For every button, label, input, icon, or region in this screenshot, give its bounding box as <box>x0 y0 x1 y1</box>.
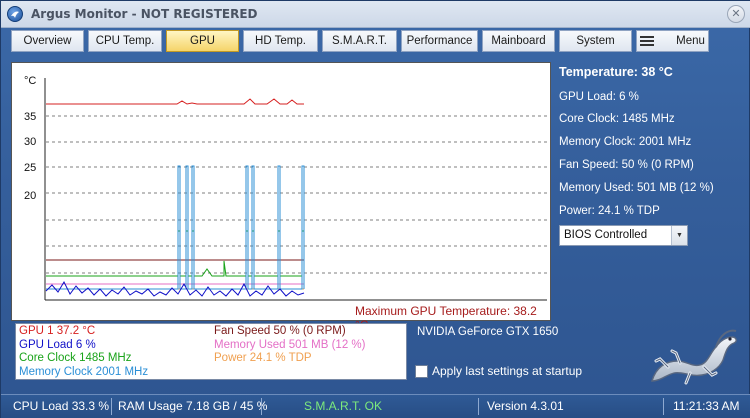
title-bar[interactable]: Argus Monitor - NOT REGISTERED ✕ <box>1 1 750 28</box>
temperature-reading: Temperature: 38 °C <box>559 65 673 79</box>
apply-last-settings-label[interactable]: Apply last settings at startup <box>432 364 582 378</box>
legend-power: Power 24.1 % TDP <box>214 352 312 364</box>
tab-cpu-temp[interactable]: CPU Temp. <box>88 30 162 52</box>
power-reading: Power: 24.1 % TDP <box>559 205 660 217</box>
close-button[interactable]: ✕ <box>727 5 745 23</box>
argus-app-icon <box>7 6 23 22</box>
tab-menu[interactable]: Menu <box>636 30 709 52</box>
status-divider <box>111 398 112 415</box>
menu-label: Menu <box>676 35 705 47</box>
tab-performance[interactable]: Performance <box>401 30 478 52</box>
clock-status: 11:21:33 AM <box>673 399 740 413</box>
chevron-down-icon[interactable]: ▼ <box>671 226 687 245</box>
legend-fan-speed: Fan Speed 50 % (0 RPM) <box>214 325 346 337</box>
apply-last-settings-checkbox[interactable] <box>415 365 428 378</box>
tab-bar: Overview CPU Temp. GPU HD Temp. S.M.A.R.… <box>11 30 709 53</box>
chart-legend: GPU 1 37.2 °C GPU Load 6 % Core Clock 14… <box>15 323 407 380</box>
core-clock-reading: Core Clock: 1485 MHz <box>559 113 675 125</box>
tab-mainboard[interactable]: Mainboard <box>482 30 555 52</box>
gpu-model-name: NVIDIA GeForce GTX 1650 <box>417 326 559 338</box>
legend-gpu-temperature: GPU 1 37.2 °C <box>19 325 96 337</box>
status-divider <box>478 398 479 415</box>
legend-core-clock: Core Clock 1485 MHz <box>19 352 132 364</box>
window-title: Argus Monitor - NOT REGISTERED <box>31 7 258 21</box>
status-bar: CPU Load 33.3 % RAM Usage 7.18 GB / 45 %… <box>1 394 750 418</box>
chart-canvas: °C 35 30 25 20 <box>24 75 547 301</box>
tab-smart[interactable]: S.M.A.R.T. <box>322 30 397 52</box>
cpu-load-status: CPU Load 33.3 % <box>13 399 110 413</box>
y-tick-label: 20 <box>24 190 36 202</box>
ram-usage-status: RAM Usage 7.18 GB / 45 % <box>118 399 268 413</box>
legend-gpu-load: GPU Load 6 % <box>19 339 96 351</box>
status-divider <box>261 398 262 415</box>
legend-memory-clock: Memory Clock 2001 MHz <box>19 366 149 378</box>
memory-clock-reading: Memory Clock: 2001 MHz <box>559 136 692 148</box>
temperature-series <box>46 98 304 105</box>
tab-system[interactable]: System <box>559 30 632 52</box>
hamburger-icon <box>640 35 655 47</box>
y-tick-label: 30 <box>24 136 36 148</box>
memory-clock-series <box>46 165 305 290</box>
tab-hd-temp[interactable]: HD Temp. <box>243 30 318 52</box>
gpu-load-reading: GPU Load: 6 % <box>559 91 639 103</box>
tab-overview[interactable]: Overview <box>11 30 84 52</box>
argus-lizard-logo <box>651 329 737 385</box>
chart-series <box>45 98 305 297</box>
fan-speed-reading: Fan Speed: 50 % (0 RPM) <box>559 159 694 171</box>
main-window: Argus Monitor - NOT REGISTERED ✕ Overvie… <box>0 0 750 418</box>
fan-control-select[interactable]: BIOS Controlled ▼ <box>559 225 688 246</box>
gridlines <box>46 115 547 274</box>
tab-gpu[interactable]: GPU <box>166 30 239 52</box>
legend-memory-used: Memory Used 501 MB (12 %) <box>214 339 366 351</box>
version-status: Version 4.3.01 <box>487 399 564 413</box>
smart-status[interactable]: S.M.A.R.T. OK <box>304 399 382 413</box>
core-clock-series <box>46 230 305 277</box>
status-divider <box>663 398 664 415</box>
gpu-history-chart: °C 35 30 25 20 Maximum GPU Temperature: … <box>11 62 551 332</box>
y-tick-label: 25 <box>24 162 36 174</box>
memory-used-reading: Memory Used: 501 MB (12 %) <box>559 182 714 194</box>
unit-label: °C <box>24 75 36 87</box>
fan-control-value: BIOS Controlled <box>564 229 648 241</box>
y-tick-label: 35 <box>24 111 36 123</box>
